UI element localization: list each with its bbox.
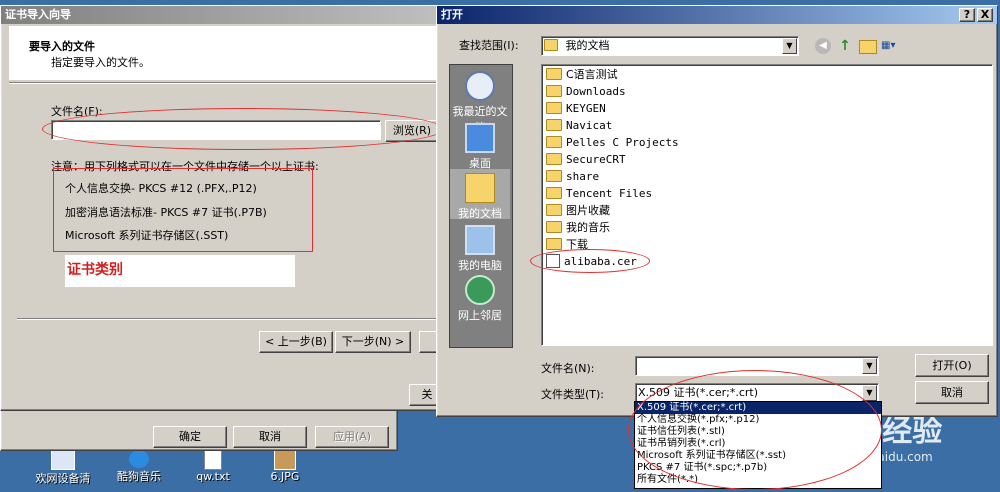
places-bar: 我最近的文档 桌面 我的文档 我的电脑 网上邻居 [449,64,513,348]
annotation-oval-certfile [530,249,650,273]
toolbar: ◀ ↑ ▦▾ [813,36,913,56]
desktop-icon-device[interactable]: 欢网设备清 [28,450,98,486]
folder-icon [546,102,562,114]
kugou-icon [129,450,149,468]
chevron-down-icon[interactable]: ▼ [782,38,797,54]
my-documents-icon [465,173,495,203]
file-name: Navicat [566,119,613,132]
view-menu-icon[interactable]: ▦▾ [881,38,905,54]
place-label: 网上邻居 [458,309,502,322]
file-name: share [566,170,600,183]
annotation-box [53,168,313,252]
file-name: C语言测试 [566,68,618,81]
folder-icon [546,85,562,97]
place-desktop[interactable]: 桌面 [450,123,510,171]
look-in-select[interactable]: 我的文档 ▼ [541,36,799,56]
folder-icon [546,221,562,233]
close-button[interactable]: X [977,8,993,22]
file-list[interactable]: C语言测试 Downloads KEYGEN Navicat Pelles C … [541,64,993,346]
annotation-oval-filetype [628,370,882,490]
file-name: Pelles C Projects [566,136,679,149]
folder-icon [546,187,562,199]
look-in-value: 我的文档 [565,39,610,52]
list-item[interactable]: SecureCRT [546,152,626,168]
network-places-icon [465,275,495,305]
place-my-computer[interactable]: 我的电脑 [450,225,510,273]
filetype-label: 文件类型(T): [541,388,605,401]
desktop-icon-qw[interactable]: qw.txt [180,450,246,483]
list-item[interactable]: Downloads [546,84,626,100]
folder-icon [546,204,562,216]
new-folder-icon[interactable] [859,40,877,54]
place-my-documents[interactable]: 我的文档 [450,169,510,220]
cancel-button[interactable]: 取消 [233,426,307,448]
back-button[interactable]: < 上一步(B) [259,331,333,353]
open-dialog-title: 打开 [441,8,463,21]
back-nav-icon[interactable]: ◀ [815,38,831,54]
footer-separator [17,318,445,320]
desktop-icon-kugou[interactable]: 酷狗音乐 [104,450,174,484]
open-cancel-button[interactable]: 取消 [915,381,989,404]
desktop-icon-label: 6.JPG [270,470,300,483]
header-separator [9,82,445,84]
list-item[interactable]: Tencent Files [546,186,652,202]
wizard-subheading: 指定要导入的文件。 [51,56,150,69]
file-name: Tencent Files [566,187,653,200]
annotation-text: 证书类别 [67,262,123,278]
ok-button[interactable]: 确定 [153,426,227,448]
folder-icon [546,170,562,182]
place-network[interactable]: 网上邻居 [450,275,510,323]
up-folder-icon[interactable]: ↑ [837,38,853,54]
list-item[interactable]: 图片收藏 [546,203,610,219]
my-documents-folder-icon [544,39,558,51]
desktop-icon-label: 欢网设备清 [35,472,91,485]
wizard-titlebar[interactable]: 证书导入向导 [1,6,447,24]
list-item[interactable]: KEYGEN [546,101,606,117]
image-file-icon [274,450,296,470]
list-item[interactable]: C语言测试 [546,67,618,83]
folder-icon [546,68,562,80]
list-item[interactable]: share [546,169,599,185]
file-name: KEYGEN [566,102,606,115]
place-label: 我的电脑 [458,259,502,272]
desktop-icon [465,123,495,153]
wizard-title: 证书导入向导 [5,8,71,21]
list-item[interactable]: Navicat [546,118,612,134]
file-name: Downloads [566,85,626,98]
folder-icon [546,136,562,148]
desktop-icon-jpg[interactable]: 6.JPG [252,450,318,483]
open-dialog-titlebar[interactable]: 打开 ? X [437,6,997,24]
annotation-oval-filename [42,108,444,150]
folder-icon [546,238,562,250]
recent-documents-icon [465,71,495,101]
annotation-label: 证书类别 [65,255,295,287]
device-icon [51,450,75,470]
desktop-icon-label: qw.txt [196,470,230,483]
file-name: SecureCRT [566,153,626,166]
folder-icon [546,153,562,165]
parent-dialog: 确定 取消 应用(A) [0,410,398,451]
filename-label: 文件名(N): [541,362,595,375]
file-name: 图片收藏 [566,204,610,217]
list-item[interactable]: Pelles C Projects [546,135,679,151]
next-button[interactable]: 下一步(N) > [335,331,411,353]
wizard-header: 要导入的文件 指定要导入的文件。 [9,26,445,80]
open-file-dialog: 打开 ? X 查找范围(I): 我的文档 ▼ ◀ ↑ ▦▾ 我最近的文档 桌面 … [436,5,998,417]
open-button[interactable]: 打开(O) [915,354,989,377]
look-in-label: 查找范围(I): [459,39,519,52]
file-name: 我的音乐 [566,221,610,234]
certificate-import-wizard: 证书导入向导 要导入的文件 指定要导入的文件。 文件名(F): 浏览(R) 注意… [0,5,448,411]
place-label: 我的文档 [458,207,502,220]
text-file-icon [204,450,222,470]
folder-icon [546,119,562,131]
desktop-icon-label: 酷狗音乐 [117,470,161,483]
chevron-down-icon[interactable]: ▼ [862,358,877,374]
help-button[interactable]: ? [959,8,975,22]
apply-button[interactable]: 应用(A) [315,426,389,448]
my-computer-icon [465,225,495,255]
wizard-heading: 要导入的文件 [29,40,95,53]
list-item[interactable]: 我的音乐 [546,220,610,236]
